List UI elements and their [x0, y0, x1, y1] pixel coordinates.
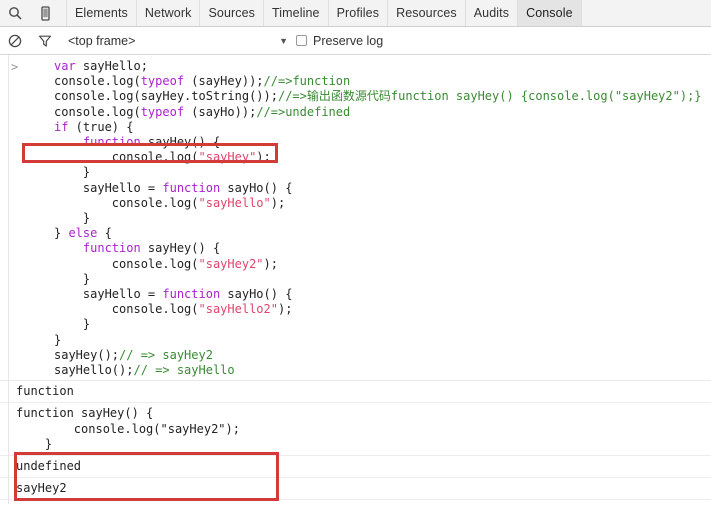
code-token: if [54, 119, 69, 134]
code-token: // => sayHello [133, 363, 235, 378]
console-output-list: function function sayHey() { console.log(… [0, 381, 711, 504]
code-token: sayHello(); [54, 363, 134, 378]
clear-console-icon[interactable] [0, 34, 30, 48]
code-token: sayHo() { [220, 287, 293, 302]
code-token: console.log(sayHey.toString()); [54, 89, 278, 104]
console-input-code: var sayHello; console.log(typeof (sayHey… [0, 59, 711, 378]
code-token: } [54, 271, 91, 286]
filter-funnel-icon[interactable] [30, 34, 60, 48]
code-token: console.log( [54, 302, 199, 317]
tab-network[interactable]: Network [137, 0, 201, 26]
code-token: ); [263, 256, 278, 271]
code-token: sayHello = [54, 180, 163, 195]
panel-tabs: Elements Network Sources Timeline Profil… [66, 0, 582, 26]
code-token: (true) { [68, 119, 134, 134]
tab-console[interactable]: Console [518, 0, 582, 26]
tab-profiles[interactable]: Profiles [329, 0, 389, 26]
code-token: var [54, 59, 83, 73]
search-icon[interactable] [0, 0, 30, 26]
tab-timeline[interactable]: Timeline [264, 0, 329, 26]
code-token: } [54, 165, 91, 180]
console-input-echo: > var sayHello; console.log(typeof (sayH… [0, 55, 711, 382]
code-token: sayHey(); [54, 347, 120, 362]
code-token: // => sayHey2 [119, 347, 213, 362]
tab-elements[interactable]: Elements [66, 0, 137, 26]
code-token: sayHey() { [140, 241, 221, 256]
console-output-row: function [0, 381, 711, 404]
tab-label: Resources [396, 6, 457, 20]
code-token: } [54, 317, 91, 332]
code-token: ); [256, 150, 271, 165]
tab-label: Timeline [272, 6, 320, 20]
code-token: "sayHello2" [198, 302, 278, 317]
code-token: console.log( [54, 256, 199, 271]
code-token: function [162, 180, 221, 195]
code-token: sayHey() { [140, 135, 221, 150]
chevron-down-icon: ▼ [279, 35, 288, 46]
tab-label: Elements [75, 6, 128, 20]
code-token: (sayHey)); [184, 74, 264, 89]
code-token: } [54, 211, 91, 226]
code-token: "sayHello" [198, 195, 271, 210]
tab-sources[interactable]: Sources [200, 0, 265, 26]
tab-audits[interactable]: Audits [466, 0, 519, 26]
console-output-row: sayHello [0, 500, 711, 504]
code-token: } [54, 332, 62, 347]
execution-context-selector[interactable]: <top frame> ▼ [68, 34, 290, 48]
code-token: } [54, 226, 69, 241]
code-token: typeof [140, 74, 185, 89]
console-output-row: sayHey2 [0, 478, 711, 501]
prompt-arrow-icon: > [11, 60, 19, 74]
console-output-row: undefined [0, 456, 711, 479]
code-token: sayHello = [54, 287, 163, 302]
code-token: console.log( [54, 150, 199, 165]
code-token: ); [277, 302, 293, 317]
code-token: sayHello; [82, 59, 148, 73]
code-token: //=>undefined [256, 104, 351, 119]
tab-label: Network [144, 6, 192, 20]
code-token: //=>function [263, 74, 351, 89]
code-token: console.log( [54, 104, 141, 119]
tab-resources[interactable]: Resources [388, 0, 466, 26]
devtools-tab-bar: Elements Network Sources Timeline Profil… [0, 0, 711, 27]
code-token: "sayHey2" [198, 256, 264, 271]
code-token: sayHo() { [220, 180, 293, 195]
code-token: { [97, 226, 112, 241]
code-token: console.log( [54, 195, 199, 210]
preserve-log-toggle[interactable]: Preserve log [296, 34, 383, 48]
code-token: function [82, 135, 141, 150]
code-token: ); [270, 195, 286, 210]
code-token: //=>输出函数源代码function sayHey() {console.lo… [277, 89, 702, 104]
tab-label: Audits [473, 6, 510, 20]
tab-label: Sources [208, 6, 256, 20]
preserve-log-checkbox[interactable] [296, 35, 307, 46]
code-token: typeof [140, 104, 185, 119]
code-token: (sayHo)); [184, 104, 257, 119]
console-filter-bar: <top frame> ▼ Preserve log [0, 27, 711, 55]
execution-context-value: <top frame> [68, 33, 136, 48]
code-token: "sayHey" [198, 150, 257, 165]
tab-label: Profiles [336, 6, 380, 20]
console-output-row: function sayHey() { console.log("sayHey2… [0, 403, 711, 457]
code-token: else [68, 226, 98, 241]
device-toggle-icon[interactable] [30, 0, 60, 26]
tab-label: Console [526, 6, 573, 20]
code-token: function [162, 287, 221, 302]
console-body[interactable]: > var sayHello; console.log(typeof (sayH… [0, 55, 711, 504]
preserve-log-label: Preserve log [313, 33, 384, 48]
code-token: function [82, 241, 141, 256]
code-token: console.log( [54, 74, 141, 89]
